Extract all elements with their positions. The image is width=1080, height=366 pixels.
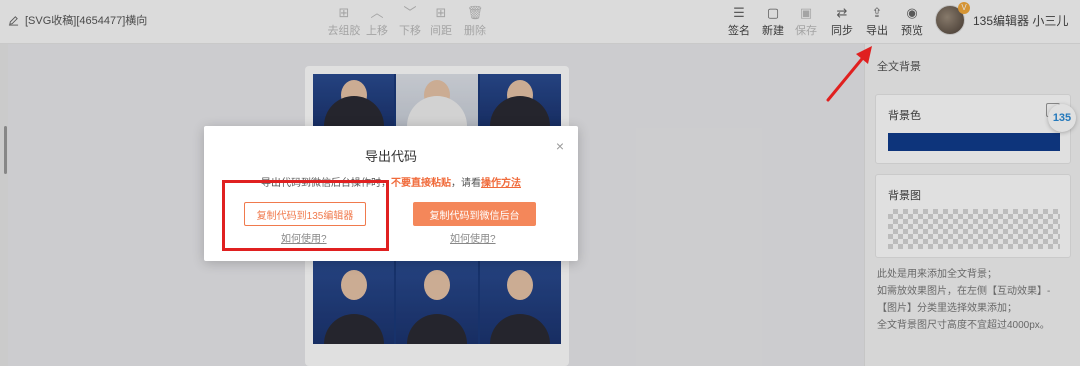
highlight-box	[222, 180, 389, 251]
close-icon[interactable]: ×	[556, 138, 564, 154]
warning-text: 不要直接粘贴	[391, 178, 451, 189]
arrow-annotation-icon	[826, 46, 872, 102]
howto-link-wechat[interactable]: 如何使用?	[450, 230, 496, 245]
method-link[interactable]: 操作方法	[481, 178, 521, 189]
dialog-title: 导出代码	[364, 149, 417, 164]
copy-to-wechat-button[interactable]: 复制代码到微信后台	[413, 202, 536, 226]
